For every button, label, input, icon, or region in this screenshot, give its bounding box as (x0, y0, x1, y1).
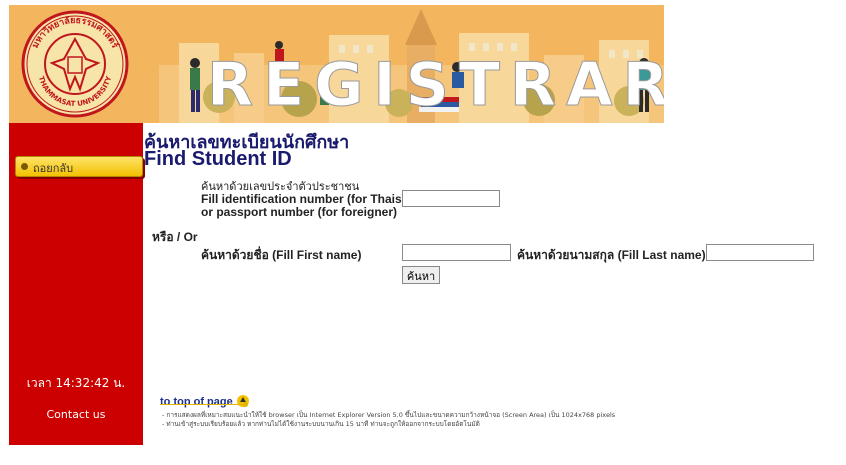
to-top-link[interactable]: to top of page (160, 390, 249, 409)
last-name-input[interactable] (706, 244, 814, 261)
contact-us-link[interactable]: Contact us (9, 408, 143, 421)
page-title: Find Student ID (144, 148, 292, 170)
id-label-line2: or passport number (for foreigner) (201, 205, 398, 219)
or-separator: หรือ / Or (152, 230, 198, 244)
left-sidebar: ถอยกลับ เวลา 14:32:42 น. Contact us (9, 123, 143, 445)
university-seal-logo: มหาวิทยาลัยธรรมศาสตร์ THAMMASAT UNIVERSI… (20, 7, 130, 121)
id-number-input[interactable] (402, 190, 500, 207)
header-banner: มหาวิทยาลัยธรรมศาสตร์ THAMMASAT UNIVERSI… (9, 5, 664, 123)
divider (160, 402, 248, 407)
bullet-icon (21, 163, 28, 170)
last-name-label: ค้นหาด้วยนามสกุล (Fill Last name) (517, 248, 706, 262)
search-button[interactable]: ค้นหา (402, 266, 440, 284)
banner-title: REGISTRAR (207, 50, 664, 120)
footer-note: - ท่านเข้าสู่ระบบเรียบร้อยแล้ว หากท่านไม… (162, 420, 480, 428)
to-top-label: to top of page (160, 396, 233, 408)
footer-notes: - การแสดงผลที่เหมาะสมแนะนำให้ใช้ browser… (162, 411, 615, 429)
first-name-input[interactable] (402, 244, 511, 261)
first-name-label: ค้นหาด้วยชื่อ (Fill First name) (201, 248, 362, 262)
back-button-label: ถอยกลับ (33, 162, 74, 175)
registrar-banner-illustration: REGISTRAR (159, 5, 664, 123)
footer-note: - การแสดงผลที่เหมาะสมแนะนำให้ใช้ browser… (162, 411, 616, 419)
clock-display: เวลา 14:32:42 น. (26, 376, 126, 390)
back-button[interactable]: ถอยกลับ (15, 156, 143, 177)
id-search-label: ค้นหาด้วยเลขประจำตัวประชาชน Fill identif… (201, 180, 406, 219)
